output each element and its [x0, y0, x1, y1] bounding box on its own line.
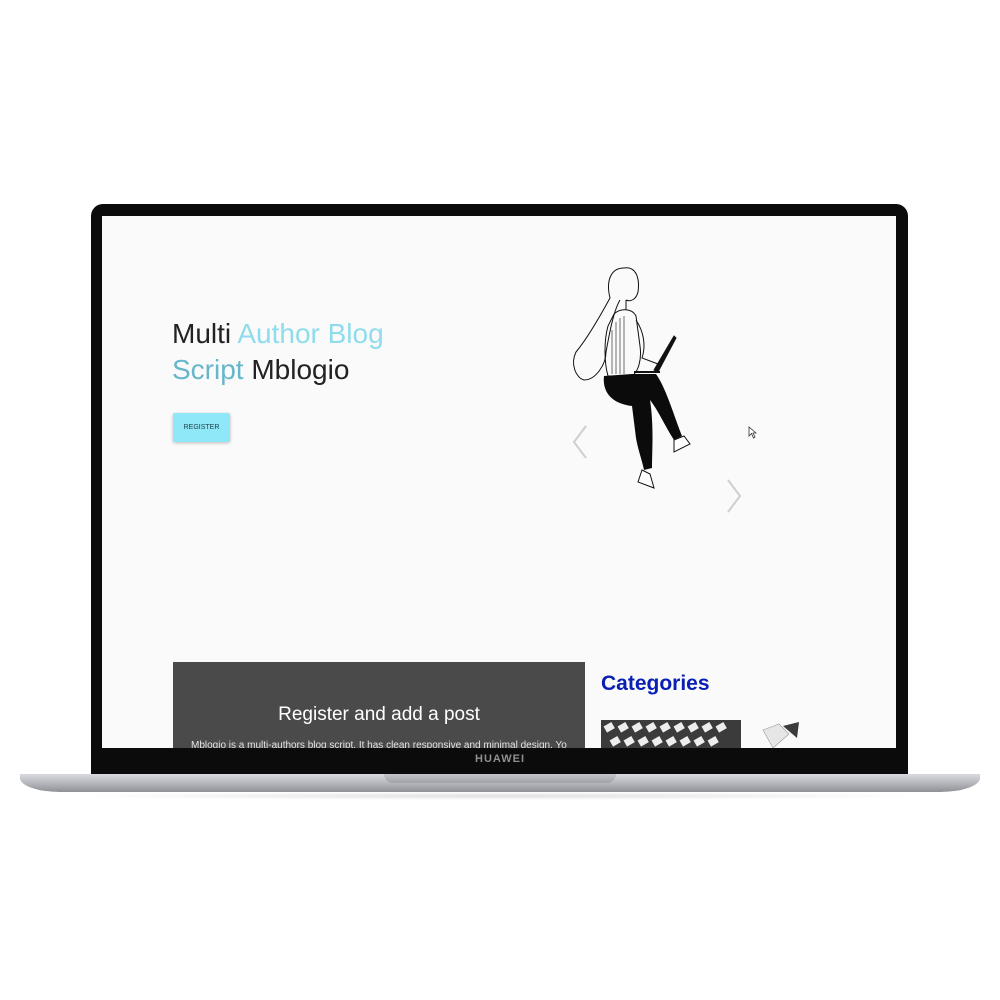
- keyboard-category-image[interactable]: [601, 720, 801, 748]
- hero-title-word-author-blog: Author Blog: [237, 318, 384, 349]
- laptop-mockup: Multi Author Blog Script Mblogio REGISTE…: [0, 0, 1000, 1000]
- chevron-right-icon[interactable]: [724, 476, 744, 516]
- mouse-cursor-icon: [748, 426, 757, 439]
- woman-with-laptop-illustration: [573, 267, 691, 489]
- categories-heading: Categories: [601, 672, 710, 695]
- register-button[interactable]: REGISTER: [173, 413, 230, 442]
- card-description: Mblogio is a multi-authors blog script. …: [191, 740, 567, 748]
- browser-screen: Multi Author Blog Script Mblogio REGISTE…: [102, 216, 896, 748]
- card-title: Register and add a post: [278, 704, 480, 725]
- laptop-shadow: [60, 792, 940, 800]
- hero-title-word-mblogio: Mblogio: [251, 354, 350, 385]
- brand-label: HUAWEI: [475, 753, 525, 765]
- hero-title-word-multi: Multi: [172, 318, 232, 349]
- register-post-card: Register and add a post Mblogio is a mul…: [173, 662, 585, 748]
- chevron-left-icon[interactable]: [570, 422, 590, 462]
- laptop-hinge-notch: [384, 774, 616, 783]
- hero-title: Multi Author Blog Script Mblogio: [172, 316, 384, 388]
- hero-title-word-script: Script: [172, 354, 244, 385]
